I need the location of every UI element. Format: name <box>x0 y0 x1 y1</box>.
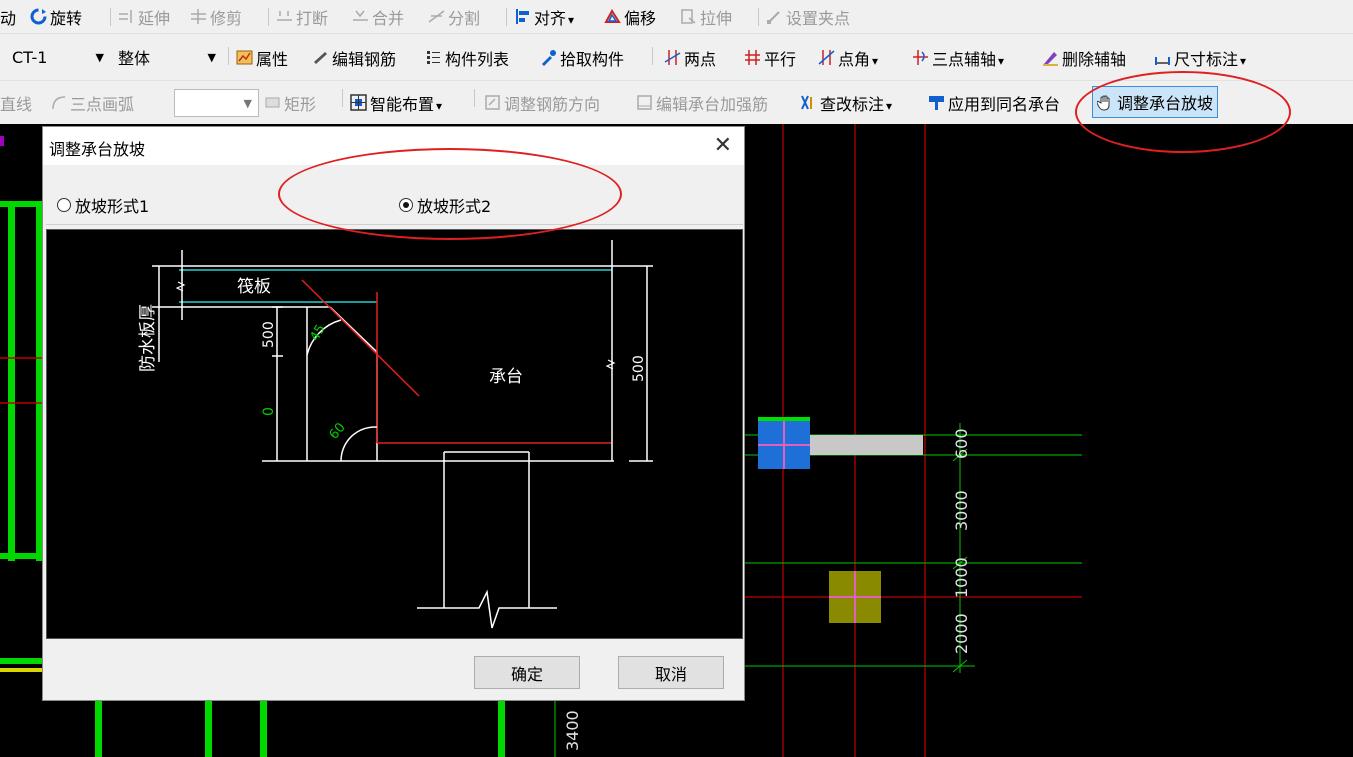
merge-icon <box>352 8 369 25</box>
three-point-axis-button[interactable]: 三点辅轴 <box>912 34 1004 81</box>
draw-toolbar: 直线 三点画弧 ▼ 矩形 智能布置 调整钢筋方向 编辑承台加强筋 查改标注 应用… <box>0 80 1353 124</box>
extend-icon <box>118 8 135 25</box>
dim-500-right: 500 <box>631 355 647 382</box>
three-point-icon <box>912 49 929 66</box>
split-tool[interactable]: 分割 <box>428 0 480 33</box>
dim-3400: 3400 <box>563 710 582 751</box>
two-points-button[interactable]: 两点 <box>664 34 716 81</box>
angle-45: 45 <box>307 322 328 344</box>
properties-button[interactable]: 属性 <box>236 34 288 81</box>
edit-cap-rebar-button[interactable]: 编辑承台加强筋 <box>636 81 768 124</box>
angle-icon <box>818 49 835 66</box>
extend-tool[interactable]: 延伸 <box>118 0 170 33</box>
align-tool[interactable]: 对齐 <box>514 0 574 33</box>
adjust-rebar-dir-button[interactable]: 调整钢筋方向 <box>484 81 600 124</box>
split-icon <box>428 8 445 25</box>
dim-1000: 1000 <box>952 557 971 598</box>
chevron-down-icon: ▼ <box>243 96 252 110</box>
label-icon <box>800 94 817 111</box>
eyedropper-icon <box>540 49 557 66</box>
line-tool[interactable]: 直线 <box>0 81 32 124</box>
set-grip-tool[interactable]: 设置夹点 <box>766 0 850 33</box>
radio-selected-icon <box>399 198 413 212</box>
grid-icon <box>350 94 367 111</box>
close-icon[interactable]: ✕ <box>714 133 732 158</box>
raft-label: 筏板 <box>237 277 271 297</box>
adjust-slope-button[interactable]: 调整承台放坡 <box>1092 86 1219 118</box>
eraser-icon <box>1042 49 1059 66</box>
slope-preview-diagram: 筏板 防水板厚 承台 500 0 500 45 60 <box>46 229 743 639</box>
waterproof-label: 防水板厚 <box>138 304 158 372</box>
pick-component-button[interactable]: 拾取构件 <box>540 34 624 81</box>
paint-roller-icon <box>928 94 945 111</box>
ok-button[interactable]: 确定 <box>474 656 580 689</box>
modify-label-button[interactable]: 查改标注 <box>800 81 892 124</box>
arc-icon <box>50 94 67 111</box>
merge-tool[interactable]: 合并 <box>352 0 404 33</box>
point-angle-button[interactable]: 点角 <box>818 34 878 81</box>
angle-60: 60 <box>327 420 349 442</box>
component-select[interactable]: CT-1 ▼ <box>6 43 110 71</box>
chevron-down-icon: ▼ <box>207 50 216 64</box>
axis-icon <box>664 49 681 66</box>
cap-label: 承台 <box>489 367 523 387</box>
rectangle-tool[interactable]: 矩形 <box>264 81 316 124</box>
stretch-icon <box>680 8 697 25</box>
dialog-titlebar: 调整承台放坡 ✕ <box>43 127 744 165</box>
rotate-icon <box>30 8 47 25</box>
align-icon <box>514 8 531 25</box>
style-select[interactable]: ▼ <box>174 89 259 117</box>
hand-icon <box>1096 94 1114 111</box>
dimension-button[interactable]: 尺寸标注 <box>1154 34 1246 81</box>
component-toolbar: CT-1 ▼ 整体 ▼ 属性 编辑钢筋 构件列表 拾取构件 两点 平行 点角 三… <box>0 33 1353 81</box>
move-tool[interactable]: 动 <box>0 0 16 33</box>
slope-option-2[interactable]: 放坡形式2 <box>399 193 491 217</box>
chevron-down-icon: ▼ <box>95 50 104 64</box>
dim-3000: 3000 <box>952 490 971 531</box>
apply-same-name-button[interactable]: 应用到同名承台 <box>928 81 1060 124</box>
trim-icon <box>190 8 207 25</box>
edit-toolbar: 动 旋转 延伸 修剪 打断 合并 分割 对齐 偏移 拉伸 设置夹点 <box>0 0 1353 33</box>
stretch-tool[interactable]: 拉伸 <box>680 0 732 33</box>
dialog-title: 调整承台放坡 <box>49 140 146 159</box>
dim-0: 0 <box>261 407 277 416</box>
dim-500-left: 500 <box>261 321 277 348</box>
component-list-button[interactable]: 构件列表 <box>425 34 509 81</box>
dim-2000: 2000 <box>952 613 971 654</box>
edit-rebar-button[interactable]: 编辑钢筋 <box>312 34 396 81</box>
trim-tool[interactable]: 修剪 <box>190 0 242 33</box>
dim-600: 600 <box>952 428 971 459</box>
arc3-tool[interactable]: 三点画弧 <box>50 81 134 124</box>
pencil-icon <box>312 49 329 66</box>
radio-icon <box>57 198 71 212</box>
adjust-slope-dialog: 调整承台放坡 ✕ 放坡形式1 放坡形式2 筏板 防水板厚 承台 500 0 50… <box>42 126 745 701</box>
offset-tool[interactable]: 偏移 <box>604 0 656 33</box>
delete-axis-button[interactable]: 删除辅轴 <box>1042 34 1126 81</box>
cap-rebar-icon <box>636 94 653 111</box>
rectangle-icon <box>264 94 281 111</box>
diagram-svg: 筏板 防水板厚 承台 500 0 500 45 60 <box>138 240 653 629</box>
cancel-button[interactable]: 取消 <box>618 656 724 689</box>
dimension-icon <box>1154 49 1171 66</box>
rotate-tool[interactable]: 旋转 <box>30 0 82 33</box>
parallel-icon <box>744 49 761 66</box>
scope-select[interactable]: 整体 ▼ <box>112 43 222 71</box>
parallel-button[interactable]: 平行 <box>744 34 796 81</box>
list-icon <box>425 49 442 66</box>
grip-icon <box>766 8 783 25</box>
offset-icon <box>604 8 621 25</box>
break-icon <box>276 8 293 25</box>
break-tool[interactable]: 打断 <box>276 0 328 33</box>
smart-place-button[interactable]: 智能布置 <box>350 81 442 124</box>
slope-option-1[interactable]: 放坡形式1 <box>57 193 149 217</box>
properties-icon <box>236 49 253 66</box>
rebar-direction-icon <box>484 94 501 111</box>
